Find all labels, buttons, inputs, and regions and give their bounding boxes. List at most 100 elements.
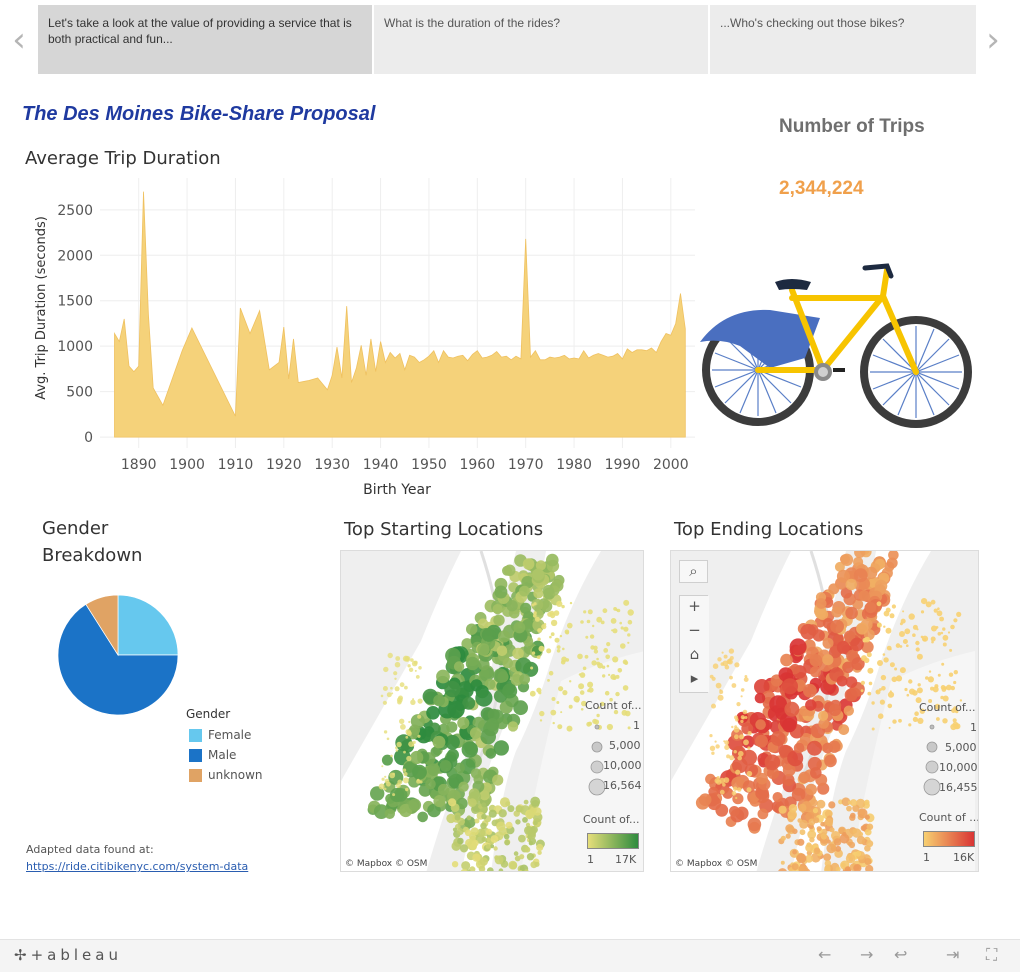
size-legend-value: 1 — [633, 719, 640, 732]
station-marker — [627, 726, 631, 730]
station-marker — [836, 640, 850, 654]
map-attribution[interactable]: © Mapbox © OSM — [675, 859, 757, 869]
station-marker — [394, 686, 400, 692]
station-marker — [731, 683, 737, 688]
station-marker — [456, 828, 464, 835]
station-marker — [941, 662, 945, 666]
station-marker — [580, 620, 584, 624]
station-marker — [493, 668, 508, 683]
station-marker — [382, 700, 387, 705]
station-marker — [433, 694, 445, 707]
previous-story-point-button[interactable]: ‹ — [4, 22, 34, 58]
story-point-2[interactable]: What is the duration of the rides? — [374, 5, 708, 74]
station-marker — [879, 699, 885, 705]
station-marker — [453, 661, 465, 672]
legend-label-male: Male — [208, 748, 237, 762]
station-marker — [502, 683, 518, 699]
station-marker — [891, 676, 898, 683]
size-legend-marker — [923, 778, 941, 796]
station-marker — [810, 767, 822, 779]
duration-area-chart[interactable]: 1890 1900 1910 1920 1930 1940 1950 1960 1970 1980… — [0, 170, 700, 510]
station-marker — [402, 768, 407, 772]
station-marker — [850, 637, 864, 652]
station-marker — [414, 669, 417, 672]
revert-button[interactable]: ⇥ — [946, 945, 959, 964]
fullscreen-button[interactable]: ⛶ — [986, 945, 997, 965]
station-marker — [397, 779, 403, 785]
end-locations-map[interactable]: ⌕ + − ⌂ ▸ Count of... 1 5,000 10,000 16,… — [670, 550, 979, 872]
station-marker — [530, 796, 541, 807]
station-marker — [505, 801, 511, 807]
legend-item-female[interactable]: Female — [186, 725, 263, 745]
station-marker — [939, 616, 944, 622]
end-color-ramp — [923, 831, 975, 847]
station-marker — [390, 754, 393, 758]
station-marker — [583, 610, 587, 614]
tableau-logo[interactable]: ✢+ableau — [14, 946, 122, 964]
zoom-in-button[interactable]: + — [680, 596, 709, 620]
station-marker — [860, 680, 865, 685]
station-marker — [826, 843, 837, 854]
station-marker — [846, 805, 852, 812]
station-marker — [782, 678, 798, 695]
station-marker — [915, 640, 920, 646]
station-marker — [856, 835, 866, 845]
station-marker — [828, 703, 842, 717]
station-marker — [711, 703, 716, 709]
station-marker — [587, 609, 593, 615]
station-marker — [439, 760, 452, 772]
x-tick-label: 1890 — [121, 457, 157, 473]
station-marker — [747, 746, 751, 750]
station-marker — [908, 613, 915, 620]
station-marker — [883, 657, 889, 663]
station-marker — [408, 798, 422, 812]
map-pan-tool-button[interactable]: ▸ — [680, 668, 709, 692]
story-point-3[interactable]: ...Who's checking out those bikes? — [710, 5, 976, 74]
size-legend-marker — [929, 724, 935, 730]
station-marker — [522, 558, 535, 570]
station-marker — [472, 853, 481, 862]
station-marker — [410, 658, 414, 662]
map-search-button[interactable]: ⌕ — [679, 560, 708, 583]
station-marker — [461, 741, 478, 758]
reset-map-button[interactable]: ⌂ — [680, 644, 709, 668]
redo-button[interactable]: → — [860, 945, 873, 964]
station-marker — [717, 657, 722, 662]
data-source-link[interactable]: https://ride.citibikenyc.com/system-data — [26, 860, 248, 873]
story-point-1[interactable]: Let's take a look at the value of provid… — [38, 5, 372, 74]
station-marker — [796, 853, 807, 864]
legend-item-male[interactable]: Male — [186, 745, 263, 765]
station-marker — [733, 786, 738, 791]
station-marker — [770, 731, 786, 746]
zoom-out-button[interactable]: − — [680, 620, 709, 644]
station-marker — [612, 656, 619, 663]
legend-item-unknown[interactable]: unknown — [186, 765, 263, 785]
map-attribution[interactable]: © Mapbox © OSM — [345, 859, 427, 869]
station-marker — [916, 628, 919, 631]
station-marker — [805, 783, 817, 796]
station-marker — [587, 689, 591, 693]
station-marker — [883, 610, 890, 617]
station-marker — [947, 631, 951, 634]
station-marker — [812, 808, 819, 814]
start-locations-map[interactable]: Count of... 1 5,000 10,000 16,564 Count … — [340, 550, 644, 872]
station-marker — [395, 656, 401, 661]
undo-button[interactable]: ← — [818, 945, 831, 964]
station-marker — [798, 803, 807, 812]
station-marker — [524, 846, 531, 853]
station-marker — [606, 664, 610, 668]
station-marker — [512, 647, 524, 660]
station-marker — [498, 809, 507, 818]
station-marker — [612, 628, 618, 634]
station-marker — [871, 701, 875, 705]
share-button[interactable]: ↩ — [894, 945, 907, 964]
station-marker — [822, 654, 834, 666]
next-story-point-button[interactable]: › — [978, 22, 1008, 58]
station-marker — [592, 624, 595, 628]
gender-pie-chart[interactable] — [50, 587, 186, 723]
station-marker — [877, 660, 883, 666]
station-marker — [513, 851, 519, 856]
station-marker — [496, 821, 506, 831]
station-marker — [823, 853, 832, 862]
station-marker — [606, 642, 611, 647]
